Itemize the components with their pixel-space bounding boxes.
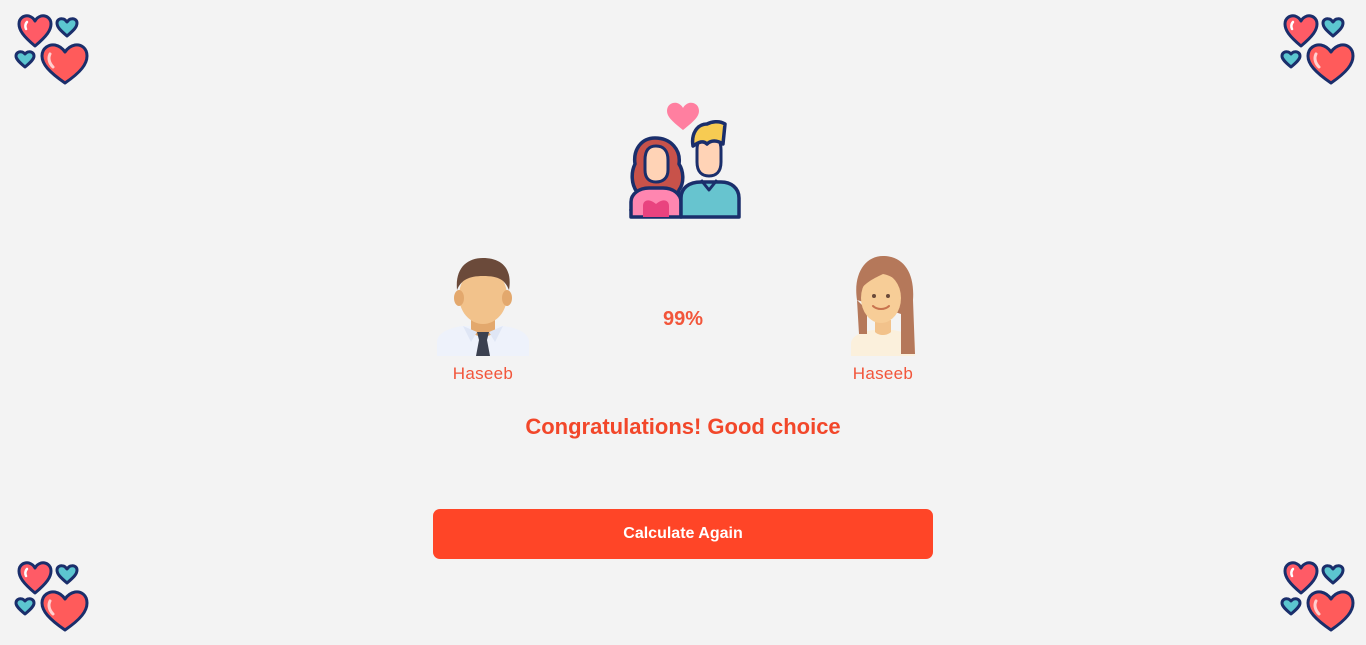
hearts-cluster-icon	[14, 561, 89, 632]
calculate-again-button[interactable]: Calculate Again	[433, 509, 933, 559]
match-percentage: 99%	[662, 308, 704, 330]
love-calculator-result-page: Haseeb 99% Haseeb Congratulations! Good …	[0, 0, 1366, 645]
female-avatar-icon	[851, 256, 915, 356]
hearts-cluster-icon	[14, 14, 89, 85]
male-partner: Haseeb	[423, 254, 543, 384]
female-partner: Haseeb	[823, 254, 943, 384]
female-partner-name: Haseeb	[852, 364, 914, 383]
male-avatar-icon	[437, 258, 529, 356]
male-partner-name: Haseeb	[452, 364, 514, 383]
hearts-cluster-icon	[1280, 561, 1355, 632]
hearts-cluster-icon	[1280, 14, 1355, 85]
result-message: Congratulations! Good choice	[525, 414, 841, 439]
couple-with-heart-icon	[629, 102, 741, 219]
